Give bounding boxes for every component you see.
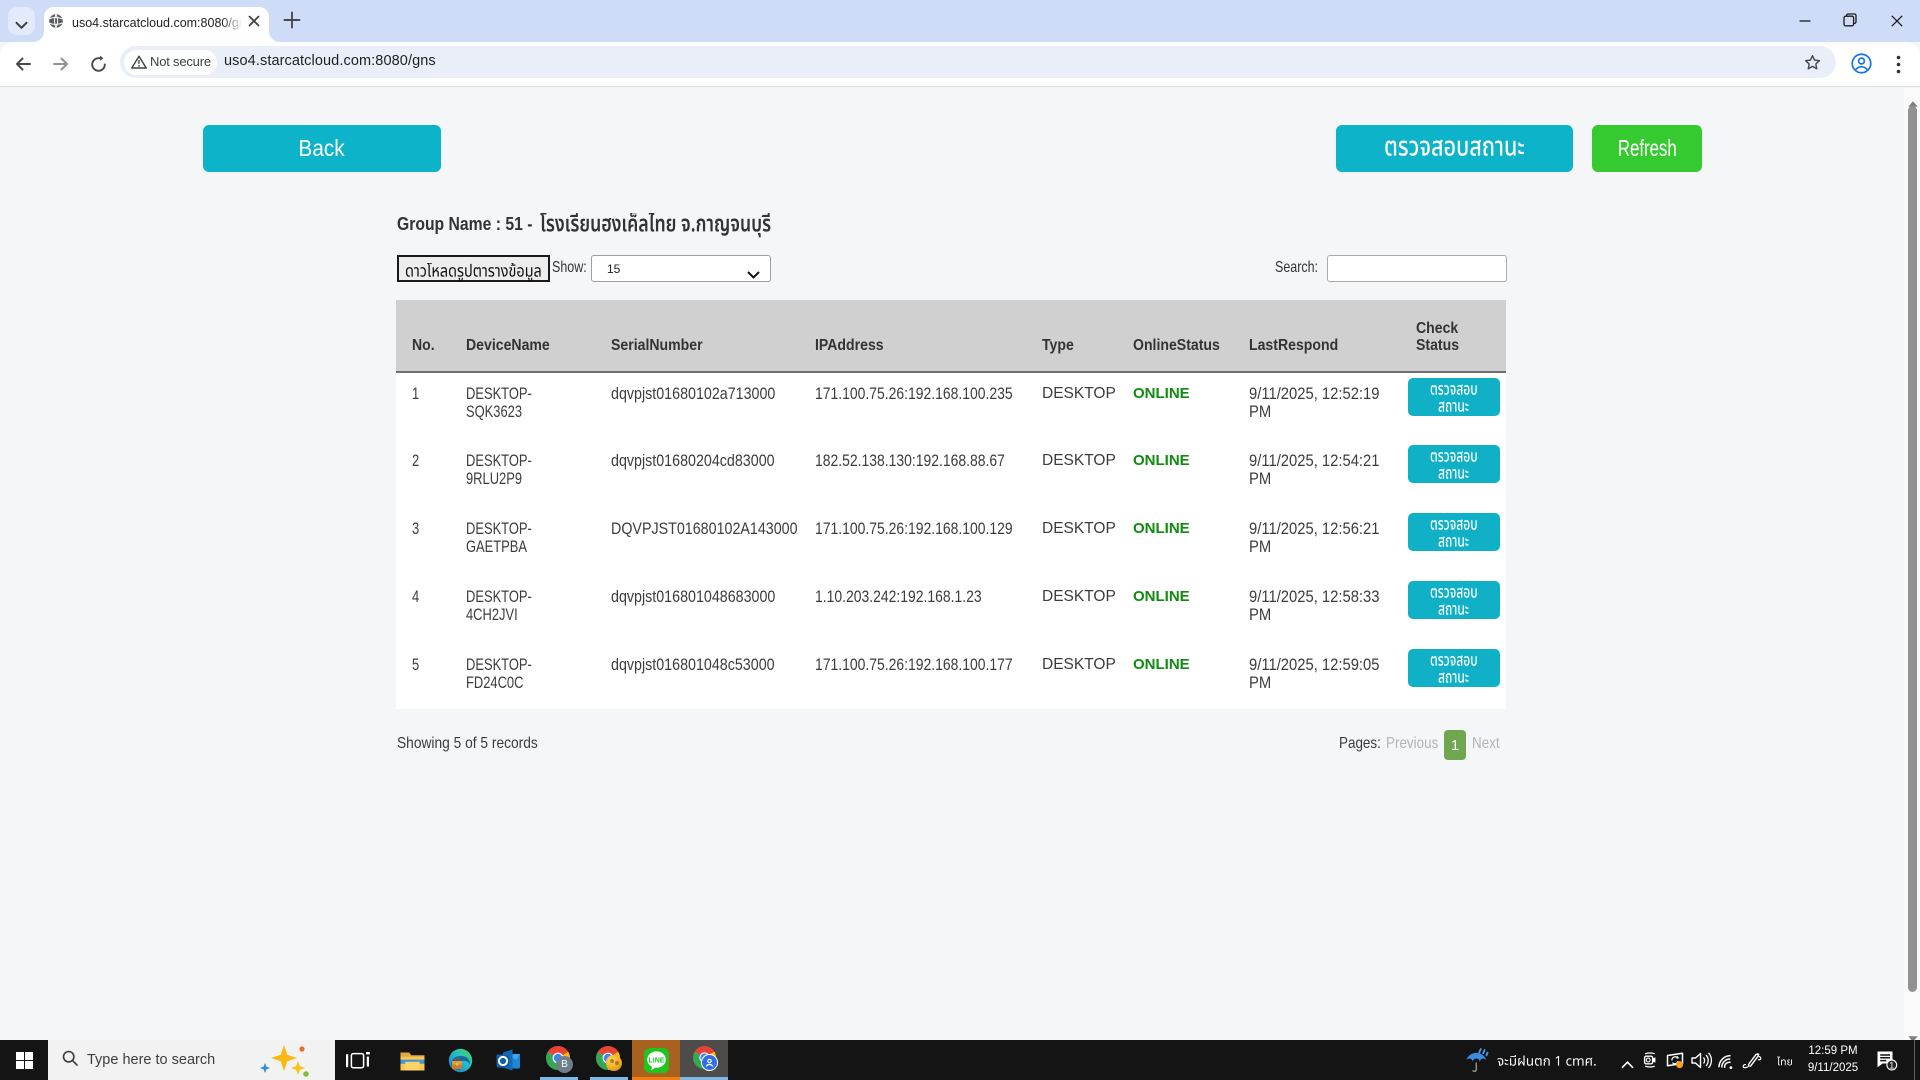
svg-text:1: 1 [1889, 1060, 1894, 1070]
svg-text:LINE: LINE [648, 1057, 664, 1064]
